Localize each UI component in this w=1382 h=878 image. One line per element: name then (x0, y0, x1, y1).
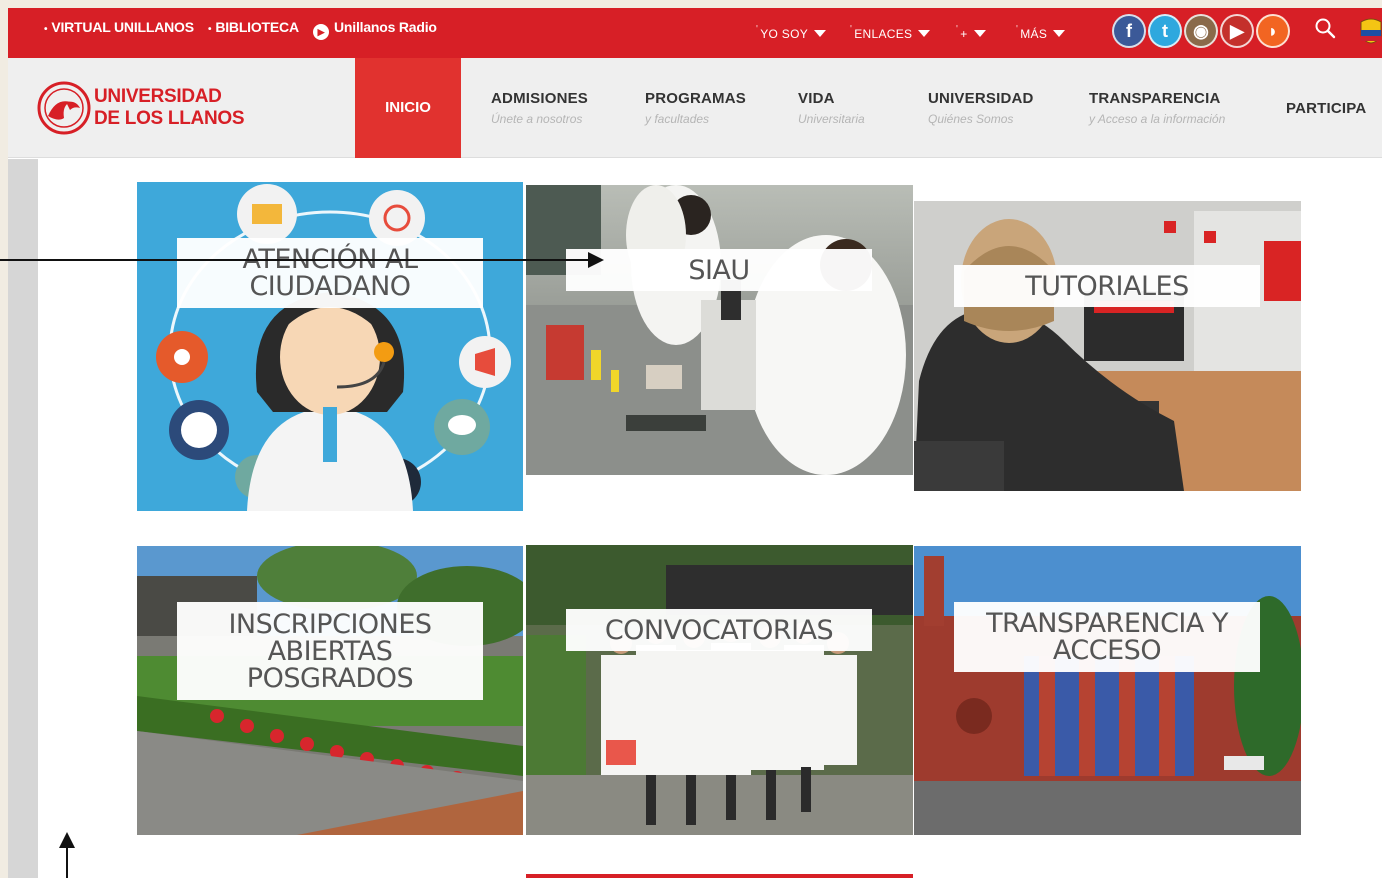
search-icon[interactable] (1313, 16, 1337, 40)
tile-label: INSCRIPCIONES ABIERTAS POSGRADOS (177, 602, 483, 700)
nav-label: ADMISIONES (491, 90, 589, 107)
tile-transparencia-acceso[interactable]: TRANSPARENCIA Y ACCESO (914, 546, 1301, 835)
plus-dropdown[interactable]: ' + (956, 24, 986, 41)
tile-label: TUTORIALES (954, 265, 1260, 307)
university-name-line2: DE LOS LLANOS (94, 108, 245, 129)
plus-label: + (960, 27, 968, 41)
top-bar: • VIRTUAL UNILLANOS • BIBLIOTECA ▶ Unillano… (8, 8, 1382, 58)
chevron-down-icon (814, 30, 827, 37)
chevron-down-icon (918, 30, 931, 37)
laboratory-photo (526, 185, 913, 475)
nav-sublabel: Únete a nosotros (491, 112, 583, 126)
instagram-icon[interactable]: ◉ (1184, 14, 1218, 48)
nav-item-inicio[interactable]: INICIO (355, 58, 461, 158)
tile-atencion-ciudadano[interactable]: ATENCIÓN AL CIUDADANO (137, 182, 523, 511)
page: • VIRTUAL UNILLANOS • BIBLIOTECA ▶ Unillano… (8, 8, 1382, 878)
twitter-icon[interactable]: t (1148, 14, 1182, 48)
university-building-photo (914, 546, 1301, 835)
nav-item-transparencia[interactable]: TRANSPARENCIA y Acceso a la información (1089, 90, 1225, 126)
nav-label: PROGRAMAS (645, 90, 746, 107)
nav-item-vida[interactable]: VIDA Universitaria (798, 90, 865, 126)
university-name: UNIVERSIDAD DE LOS LLANOS (94, 86, 245, 130)
biblioteca-link[interactable]: • BIBLIOTECA (208, 19, 299, 35)
section-divider (526, 874, 913, 878)
unillanos-radio-label: Unillanos Radio (334, 19, 437, 35)
nav-sublabel: y Acceso a la información (1089, 112, 1226, 126)
chevron-down-icon (973, 30, 986, 37)
virtual-unillanos-link[interactable]: • VIRTUAL UNILLANOS (44, 19, 194, 35)
yo-soy-dropdown[interactable]: ' YO SOY (756, 24, 827, 41)
enlaces-label: ENLACES (854, 27, 913, 41)
left-sidebar-strip (8, 159, 38, 878)
nav-item-participa[interactable]: PARTICIPA (1286, 100, 1366, 117)
university-logo[interactable]: UNIVERSIDAD DE LOS LLANOS (36, 80, 245, 136)
tile-siau[interactable]: SIAU (526, 185, 913, 475)
enlaces-dropdown[interactable]: ' ENLACES (850, 24, 931, 41)
nav-label: PARTICIPA (1286, 100, 1367, 117)
tile-label: SIAU (566, 249, 872, 291)
tile-label: TRANSPARENCIA Y ACCESO (954, 602, 1260, 672)
tile-label: ATENCIÓN AL CIUDADANO (177, 238, 483, 308)
mas-dropdown[interactable]: ' MÁS (1016, 24, 1066, 41)
nav-sublabel: Universitaria (798, 112, 865, 126)
virtual-unillanos-label: VIRTUAL UNILLANOS (51, 19, 194, 35)
rss-icon[interactable]: ◗ (1256, 14, 1290, 48)
youtube-icon[interactable]: ▶ (1220, 14, 1254, 48)
tile-convocatorias[interactable]: CONVOCATORIAS (526, 545, 913, 835)
nav-sublabel: y facultades (645, 112, 710, 126)
main-nav: UNIVERSIDAD DE LOS LLANOS INICIO ADMISIO… (8, 58, 1382, 158)
unillanos-radio-link[interactable]: ▶ Unillanos Radio (313, 19, 437, 40)
tile-label: CONVOCATORIAS (566, 609, 872, 651)
colombia-shield-icon[interactable] (1358, 16, 1382, 50)
biblioteca-label: BIBLIOTECA (215, 19, 299, 35)
yo-soy-label: YO SOY (760, 27, 809, 41)
customer-service-illustration (137, 182, 523, 511)
university-name-line1: UNIVERSIDAD (94, 86, 222, 107)
nav-label: VIDA (798, 90, 835, 107)
tile-tutoriales[interactable]: TUTORIALES (914, 201, 1301, 491)
mas-label: MÁS (1020, 27, 1048, 41)
tile-inscripciones-posgrados[interactable]: INSCRIPCIONES ABIERTAS POSGRADOS (137, 546, 523, 835)
nav-item-universidad[interactable]: UNIVERSIDAD Quiénes Somos (928, 90, 1034, 126)
student-computer-photo (914, 201, 1301, 491)
group-photo (526, 545, 913, 835)
nav-label: TRANSPARENCIA (1089, 90, 1221, 107)
nav-item-programas[interactable]: PROGRAMAS y facultades (645, 90, 746, 126)
facebook-icon[interactable]: f (1112, 14, 1146, 48)
nav-label: UNIVERSIDAD (928, 90, 1034, 107)
radio-play-icon: ▶ (313, 24, 329, 40)
chevron-down-icon (1053, 30, 1066, 37)
university-seal-icon (37, 81, 91, 135)
nav-item-admisiones[interactable]: ADMISIONES Únete a nosotros (491, 90, 588, 126)
nav-sublabel: Quiénes Somos (928, 112, 1014, 126)
